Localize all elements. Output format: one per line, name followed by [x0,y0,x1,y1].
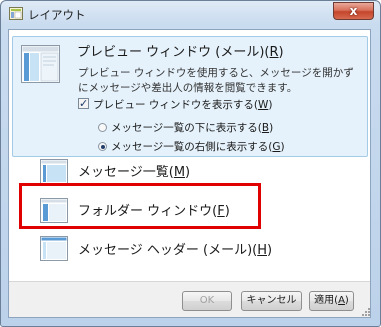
radio-below-label[interactable]: メッセージ一覧の下に表示する(B) [111,120,273,135]
preview-title-suffix: ) [278,45,284,60]
radio-right-key: G [272,141,281,153]
radio-below-text: メッセージ一覧の下に表示する( [111,122,262,134]
checkbox-suffix: ) [268,99,273,111]
close-button[interactable]: x [333,2,374,20]
radio-below-suffix: ) [269,122,274,134]
ok-button[interactable]: OK [182,291,232,311]
message-list-icon [40,159,68,184]
radio-right-suffix: ) [280,141,285,153]
highlight-annotation [19,183,261,229]
preview-title-key: R [269,45,279,60]
option-text: メッセージ ヘッダー (メール)( [78,243,258,258]
option-suffix: ) [185,165,191,180]
option-suffix: ) [267,243,273,258]
window-title: レイアウト [28,8,86,22]
message-header-icon [40,236,68,261]
radio-right-label[interactable]: メッセージ一覧の右側に表示する(G) [111,139,285,154]
preview-description: プレビュー ウィンドウを使用すると、メッセージを開かずにメッセージや差出人の情報… [78,67,354,94]
show-preview-checkbox[interactable]: ✓ [78,97,89,110]
preview-pane-icon [21,45,60,83]
checkbox-text: プレビュー ウィンドウを表示する( [93,99,258,111]
check-mark-icon: ✓ [79,97,89,110]
close-icon: x [349,4,358,18]
option-text: メッセージ一覧( [78,165,174,180]
layout-icon [9,7,23,20]
resize-grip-icon[interactable] [362,308,370,316]
option-key: M [173,165,186,180]
checkbox-key: W [257,99,269,111]
preview-title-text: プレビュー ウィンドウ (メール)( [77,45,270,60]
title-bar[interactable]: レイアウト x [1,1,380,27]
radio-below-list[interactable] [98,123,107,132]
apply-text: 適用( [314,295,339,306]
cancel-button[interactable]: キャンセル [241,291,302,311]
message-list-option[interactable]: メッセージ一覧(M) [78,161,190,180]
radio-right-of-list[interactable] [98,142,107,151]
show-preview-label[interactable]: プレビュー ウィンドウを表示する(W) [93,97,272,112]
apply-button[interactable]: 適用(A) [309,291,354,311]
apply-key: A [338,295,345,306]
option-key: H [257,243,268,258]
apply-suffix: ) [344,295,349,306]
preview-pane-title[interactable]: プレビュー ウィンドウ (メール)(R) [77,41,284,60]
message-header-option[interactable]: メッセージ ヘッダー (メール)(H) [78,239,272,258]
radio-right-text: メッセージ一覧の右側に表示する( [111,141,273,153]
